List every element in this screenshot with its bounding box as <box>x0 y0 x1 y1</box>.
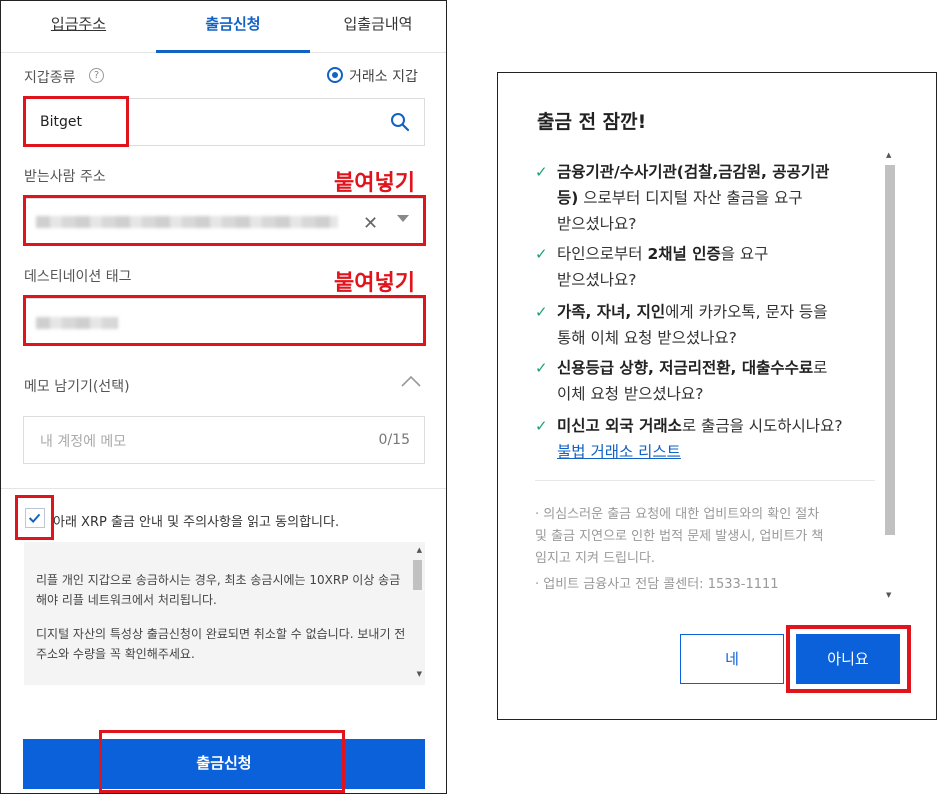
highlight-box-submit <box>99 730 345 793</box>
paste-annotation: 붙여넣기 <box>334 171 415 196</box>
item-text: 가족, 자녀, 지인 <box>557 303 666 321</box>
highlight-box-address <box>23 195 426 246</box>
scrollbar-thumb[interactable] <box>413 560 422 590</box>
notice-paragraph: 리플 개인 지갑으로 송금하시는 경우, 최초 송금시에는 10XRP 이상 송… <box>36 573 401 607</box>
item-text: 등) <box>557 189 579 207</box>
item-text: 을 요구 <box>720 245 769 263</box>
yes-button[interactable]: 네 <box>680 634 784 684</box>
notice-paragraph: 디지털 자산의 특성상 출금신청이 완료되면 취소할 수 없습니다. 보내기 전… <box>36 627 406 661</box>
check-icon: ✓ <box>535 163 548 181</box>
tab-deposit-address[interactable]: 입금주소 <box>1 1 156 53</box>
item-text: 으로부터 디지털 자산 출금을 요구 <box>578 189 803 207</box>
modal-scrollbar[interactable]: ▲ ▼ <box>882 151 898 603</box>
item-text: 타인으로부터 <box>557 245 648 263</box>
tab-history[interactable]: 입출금내역 <box>310 1 446 53</box>
search-icon[interactable] <box>390 112 410 132</box>
exchange-wallet-radio-label: 거래소 지갑 <box>349 69 418 85</box>
scroll-up-arrow[interactable]: ▲ <box>886 151 891 159</box>
wallet-type-label: 지갑종류 <box>24 70 76 86</box>
checklist-item: ✓ 신용등급 상향, 저금리전환, 대출수수료로 이체 요청 받으셨나요? <box>535 357 875 411</box>
check-icon: ✓ <box>535 303 548 321</box>
item-text: 이체 요청 받으셨나요? <box>557 385 704 403</box>
section-divider <box>1 488 446 489</box>
recipient-address-label: 받는사람 주소 <box>24 169 106 185</box>
chevron-up-icon[interactable] <box>401 375 421 387</box>
modal-divider <box>535 480 875 481</box>
item-text: 2채널 인증 <box>647 245 721 263</box>
item-text: 로 출금을 시도하시나요? <box>681 417 843 435</box>
tab-bar: 입금주소 출금신청 입출금내역 <box>1 1 446 53</box>
checklist-item: ✓ 미신고 외국 거래소로 출금을 시도하시나요? 불법 거래소 리스트 <box>535 415 875 469</box>
item-text: 통해 이체 요청 받으셨나요? <box>557 329 737 347</box>
scroll-up-arrow[interactable]: ▲ <box>417 546 422 554</box>
check-icon: ✓ <box>535 245 548 263</box>
note-line: · 의심스러운 출금 요청에 대한 업비트와의 확인 절차 <box>535 507 820 522</box>
memo-placeholder: 내 계정에 메모 <box>40 434 127 450</box>
exchange-wallet-radio[interactable] <box>327 67 343 83</box>
item-text: 로 <box>813 359 828 377</box>
check-icon: ✓ <box>535 417 548 435</box>
scroll-down-arrow[interactable]: ▼ <box>417 670 422 678</box>
item-text: 받으셨나요? <box>557 215 637 233</box>
item-text: 에게 카카오톡, 문자 등을 <box>665 303 828 321</box>
withdraw-warning-modal: 출금 전 잠깐! ✓ 금융기관/수사기관(검찰,금감원, 공공기관 등) 으로부… <box>497 72 937 720</box>
checklist-item: ✓ 타인으로부터 2채널 인증을 요구 받으셨나요? <box>535 243 875 297</box>
paste-annotation: 붙여넣기 <box>334 271 415 296</box>
withdraw-panel: 입금주소 출금신청 입출금내역 지갑종류 ? 거래소 지갑 Bitget 받는사… <box>0 0 447 794</box>
highlight-box-checkbox <box>15 495 54 540</box>
memo-input[interactable]: 내 계정에 메모 0/15 <box>23 416 425 464</box>
help-icon[interactable]: ? <box>89 68 104 83</box>
scroll-down-arrow[interactable]: ▼ <box>886 591 891 599</box>
item-text: 금융기관/수사기관(검찰,금감원, 공공기관 <box>557 163 830 181</box>
destination-tag-label: 데스티네이션 태그 <box>24 269 132 285</box>
modal-title: 출금 전 잠깐! <box>537 111 647 133</box>
highlight-box-exchange <box>23 96 129 147</box>
scrollbar-thumb[interactable] <box>885 165 895 535</box>
note-line: 임지고 지켜 드립니다. <box>535 551 656 566</box>
check-icon: ✓ <box>535 359 548 377</box>
checklist-item: ✓ 금융기관/수사기관(검찰,금감원, 공공기관 등) 으로부터 디지털 자산 … <box>535 161 875 241</box>
note-line: 및 출금 지연으로 인한 법적 문제 발생시, 업비트가 책 <box>535 529 824 544</box>
memo-char-count: 0/15 <box>378 432 410 448</box>
memo-label: 메모 남기기(선택) <box>24 379 130 395</box>
checklist-item: ✓ 가족, 자녀, 지인에게 카카오톡, 문자 등을 통해 이체 요청 받으셨나… <box>535 301 875 355</box>
agree-text: 아래 XRP 출금 안내 및 주의사항을 읽고 동의합니다. <box>53 515 340 530</box>
item-text: 미신고 외국 거래소 <box>557 417 682 435</box>
highlight-box-no <box>786 625 911 693</box>
note-line: · 업비트 금융사고 전담 콜센터: 1533-1111 <box>535 577 779 592</box>
tab-withdraw-request[interactable]: 출금신청 <box>156 1 310 53</box>
notice-box[interactable]: 리플 개인 지갑으로 송금하시는 경우, 최초 송금시에는 10XRP 이상 송… <box>24 542 425 685</box>
highlight-box-tag <box>23 295 426 346</box>
illegal-exchange-list-link[interactable]: 불법 거래소 리스트 <box>557 443 681 461</box>
item-text: 받으셨나요? <box>557 271 637 289</box>
item-text: 신용등급 상향, 저금리전환, 대출수수료 <box>557 359 814 377</box>
